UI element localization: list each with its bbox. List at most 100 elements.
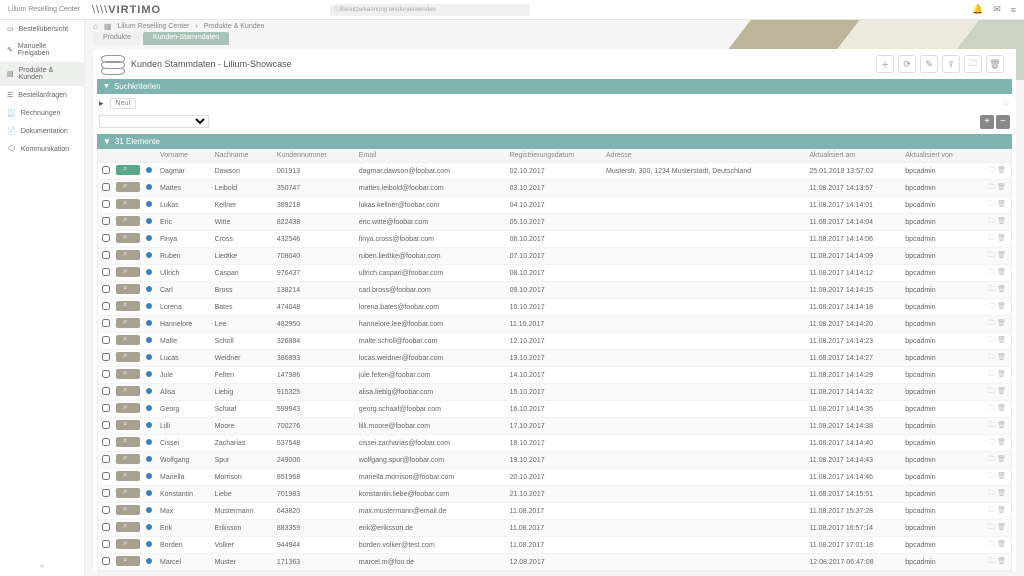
row-badge[interactable]	[116, 216, 140, 226]
row-checkbox[interactable]	[102, 404, 110, 412]
row-badge[interactable]	[116, 284, 140, 294]
row-delete-icon[interactable]: 🗑	[997, 558, 1007, 565]
menu-icon[interactable]: ≡	[1011, 5, 1016, 15]
row-checkbox[interactable]	[102, 387, 110, 395]
col-2[interactable]	[142, 149, 156, 163]
table-row[interactable]: CisseiZacharias537548cissei.zacharias@fo…	[98, 435, 1011, 452]
row-badge[interactable]	[116, 505, 140, 515]
new-filter-button[interactable]: Neu!	[110, 98, 137, 109]
row-open-icon[interactable]: 🗀	[988, 184, 996, 191]
row-badge[interactable]	[116, 301, 140, 311]
row-open-icon[interactable]: 🗀	[988, 320, 996, 327]
row-badge[interactable]	[116, 471, 140, 481]
row-open-icon[interactable]: 🗀	[988, 303, 996, 310]
row-checkbox[interactable]	[102, 336, 110, 344]
row-checkbox[interactable]	[102, 506, 110, 514]
row-checkbox[interactable]	[102, 200, 110, 208]
col-6[interactable]: Email	[355, 149, 506, 163]
row-open-icon[interactable]: 🗀	[988, 388, 996, 395]
row-badge[interactable]	[116, 335, 140, 345]
row-open-icon[interactable]: 🗀	[988, 422, 996, 429]
crumb-0[interactable]: Lilium Reselling Center	[117, 23, 189, 30]
row-badge[interactable]	[116, 233, 140, 243]
row-checkbox[interactable]	[102, 183, 110, 191]
table-row[interactable]: UllrichCaspari976437ullrich.caspari@foob…	[98, 265, 1011, 282]
row-delete-icon[interactable]: 🗑	[997, 320, 1007, 327]
row-badge[interactable]	[116, 420, 140, 430]
row-checkbox[interactable]	[102, 523, 110, 531]
row-checkbox[interactable]	[102, 166, 110, 174]
row-delete-icon[interactable]: 🗑	[997, 524, 1007, 531]
sidebar-item-1[interactable]: ✎Manuelle Freigaben	[0, 38, 84, 62]
row-open-icon[interactable]: 🗀	[988, 541, 996, 548]
crumb-1[interactable]: Produkte & Kunden	[204, 23, 265, 30]
filter-caret[interactable]: ▸	[99, 98, 104, 109]
row-open-icon[interactable]: 🗀	[988, 439, 996, 446]
home-icon[interactable]: ⌂	[93, 22, 98, 31]
row-open-icon[interactable]: 🗀	[988, 286, 996, 293]
col-5[interactable]: Kundennummer	[273, 149, 355, 163]
row-delete-icon[interactable]: 🗑	[997, 490, 1007, 497]
row-open-icon[interactable]: 🗀	[988, 337, 996, 344]
table-row[interactable]: HanneloreLee482950hannelore.lee@foobar.c…	[98, 316, 1011, 333]
favorite-icon[interactable]: ☆	[1002, 98, 1010, 109]
row-badge[interactable]	[116, 182, 140, 192]
row-badge[interactable]	[116, 165, 140, 175]
row-open-icon[interactable]: 🗀	[988, 218, 996, 225]
row-checkbox[interactable]	[102, 319, 110, 327]
table-row[interactable]: MattesLeibold350747mattes.leibold@foobar…	[98, 180, 1011, 197]
col-11[interactable]	[975, 149, 1011, 163]
row-delete-icon[interactable]: 🗑	[997, 218, 1007, 225]
col-1[interactable]	[114, 149, 142, 163]
row-badge[interactable]	[116, 539, 140, 549]
row-checkbox[interactable]	[102, 540, 110, 548]
refresh-button[interactable]: ⟳	[898, 55, 916, 73]
sidebar-item-2[interactable]: ▤Produkte & Kunden	[0, 62, 84, 86]
row-checkbox[interactable]	[102, 472, 110, 480]
row-delete-icon[interactable]: 🗑	[997, 201, 1007, 208]
col-8[interactable]: Adresse	[602, 149, 805, 163]
col-3[interactable]: Vorname	[156, 149, 211, 163]
col-7[interactable]: Registrierungsdatum	[506, 149, 602, 163]
table-row[interactable]: LucasWeidner386893lucas.weidner@foobar.c…	[98, 350, 1011, 367]
row-open-icon[interactable]: 🗀	[988, 354, 996, 361]
row-badge[interactable]	[116, 403, 140, 413]
row-delete-icon[interactable]: 🗑	[997, 167, 1007, 174]
row-open-icon[interactable]: 🗀	[988, 252, 996, 259]
row-delete-icon[interactable]: 🗑	[997, 235, 1007, 242]
row-badge[interactable]	[116, 250, 140, 260]
row-badge[interactable]	[116, 199, 140, 209]
row-open-icon[interactable]: 🗀	[988, 473, 996, 480]
col-4[interactable]: Nachname	[211, 149, 273, 163]
row-delete-icon[interactable]: 🗑	[997, 303, 1007, 310]
row-badge[interactable]	[116, 522, 140, 532]
table-row[interactable]: DagmarDawson001913dagmar.dawson@foobar.c…	[98, 163, 1011, 180]
row-delete-icon[interactable]: 🗑	[997, 388, 1007, 395]
row-badge[interactable]	[116, 454, 140, 464]
table-row[interactable]: AlisaLiebig915325alisa.liebig@foobar.com…	[98, 384, 1011, 401]
row-delete-icon[interactable]: 🗑	[997, 439, 1007, 446]
sidebar-collapse[interactable]: «	[0, 561, 84, 570]
table-row[interactable]: MariellaMorrison851968mariella.morrison@…	[98, 469, 1011, 486]
row-checkbox[interactable]	[102, 370, 110, 378]
row-delete-icon[interactable]: 🗑	[997, 252, 1007, 259]
row-checkbox[interactable]	[102, 455, 110, 463]
row-delete-icon[interactable]: 🗑	[997, 354, 1007, 361]
row-delete-icon[interactable]: 🗑	[997, 269, 1007, 276]
row-delete-icon[interactable]: 🗑	[997, 337, 1007, 344]
row-delete-icon[interactable]: 🗑	[997, 473, 1007, 480]
filter-header[interactable]: ▼Suchkriterien	[97, 79, 1012, 94]
row-open-icon[interactable]: 🗀	[988, 490, 996, 497]
sidebar-item-6[interactable]: 🗨Kommunikation	[0, 140, 84, 158]
filter-select[interactable]	[99, 115, 209, 128]
row-delete-icon[interactable]: 🗑	[997, 541, 1007, 548]
table-row[interactable]: MarcelMuster171363marcel.m@foo.de12.08.2…	[98, 554, 1011, 571]
row-delete-icon[interactable]: 🗑	[997, 507, 1007, 514]
row-checkbox[interactable]	[102, 234, 110, 242]
export-button[interactable]: ⇪	[942, 55, 960, 73]
row-badge[interactable]	[116, 352, 140, 362]
row-delete-icon[interactable]: 🗑	[997, 371, 1007, 378]
sidebar-item-5[interactable]: 📄Dokumentation	[0, 122, 84, 140]
edit-button[interactable]: ✎	[920, 55, 938, 73]
row-checkbox[interactable]	[102, 217, 110, 225]
